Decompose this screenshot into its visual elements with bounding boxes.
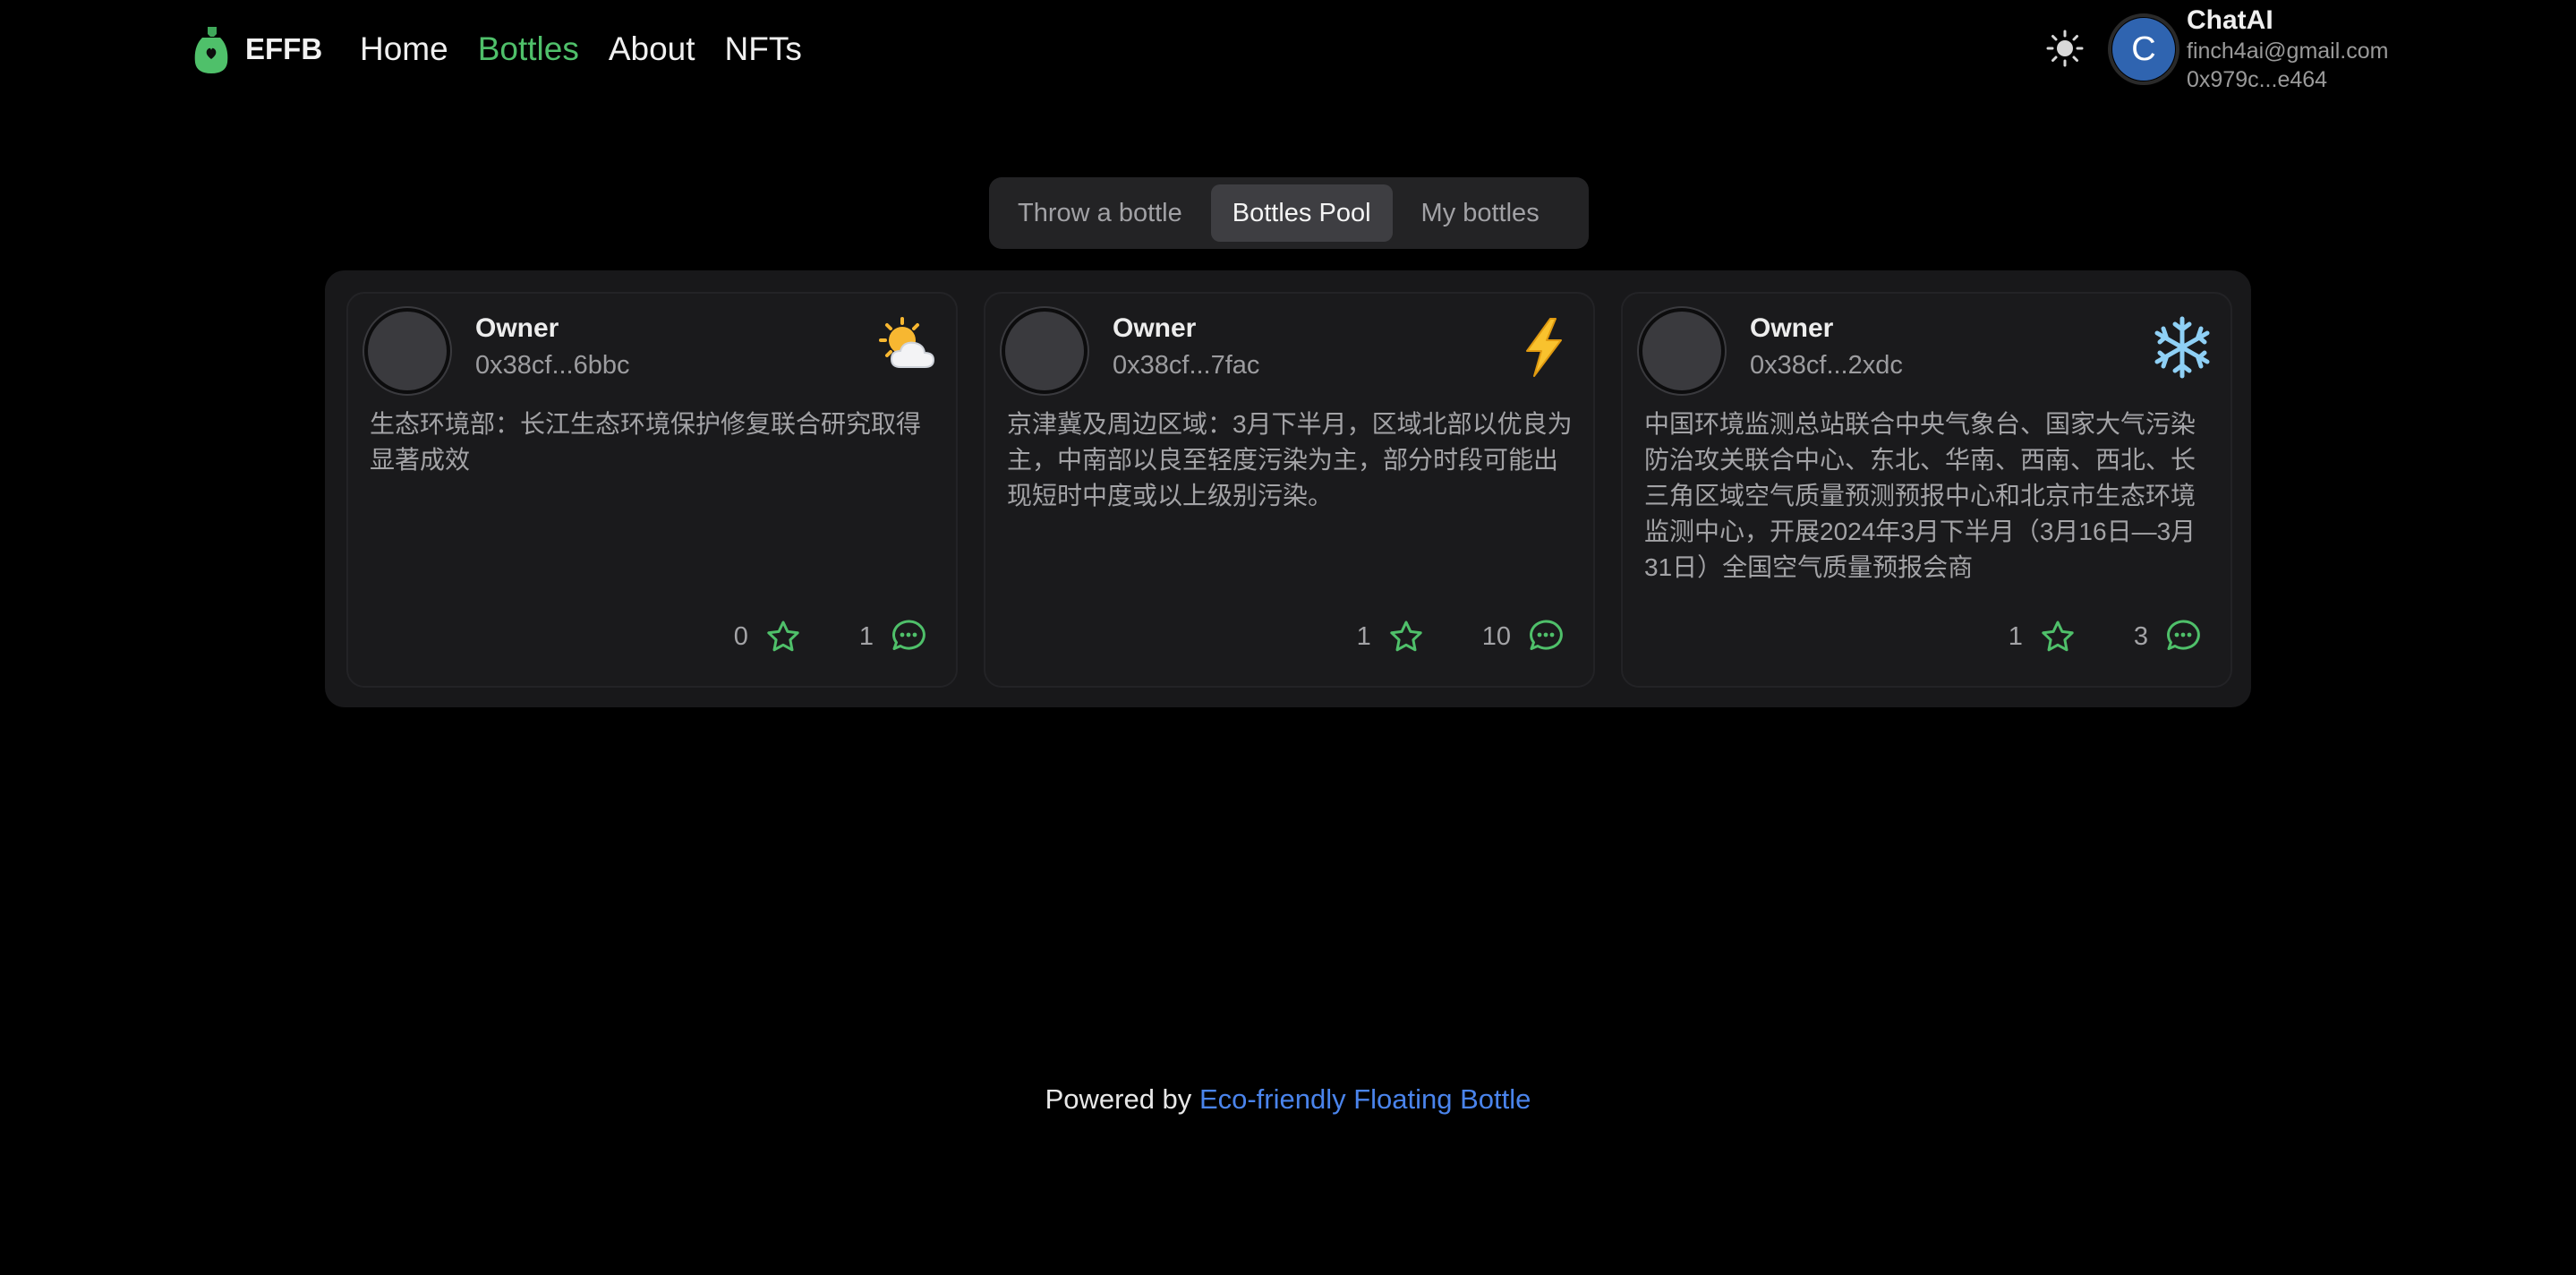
footer: Powered by Eco-friendly Floating Bottle	[0, 1083, 2576, 1116]
bottle-card[interactable]: Owner 0x38cf...6bbc 生态环境部：长江生态环境保护修复联合研究…	[346, 292, 958, 688]
nav-bottles[interactable]: Bottles	[478, 25, 579, 73]
bottle-tabs: Throw a bottle Bottles Pool My bottles	[989, 177, 1589, 249]
owner-label: Owner	[1750, 313, 1834, 343]
comment-count: 1	[858, 621, 874, 651]
user-info: ChatAI finch4ai@gmail.com 0x979c...e464	[2187, 5, 2388, 93]
bottle-message: 京津冀及周边区域：3月下半月，区域北部以优良为主，中南部以良至轻度污染为主，部分…	[1007, 410, 1573, 509]
bottle-message: 生态环境部：长江生态环境保护修复联合研究取得显著成效	[370, 410, 922, 474]
user-name: ChatAI	[2187, 5, 2273, 35]
star-count: 1	[2008, 621, 2023, 651]
owner-address: 0x38cf...6bbc	[475, 351, 630, 380]
comment-count: 10	[1481, 621, 1511, 651]
bottle-card[interactable]: Owner 0x38cf...2xdc 中国环境监测总站联合中央气象台、国家大气…	[1621, 292, 2232, 688]
comment-count: 3	[2133, 621, 2148, 651]
tab-bottles-pool[interactable]: Bottles Pool	[1210, 184, 1393, 242]
owner-address: 0x38cf...2xdc	[1750, 351, 1903, 380]
comment-icon[interactable]	[2164, 618, 2202, 655]
bottles-pool-panel: Owner 0x38cf...6bbc 生态环境部：长江生态环境保护修复联合研究…	[325, 270, 2251, 707]
owner-avatar	[364, 308, 450, 394]
owner-avatar	[1639, 308, 1725, 394]
owner-address: 0x38cf...7fac	[1113, 351, 1260, 380]
star-icon[interactable]	[764, 618, 802, 655]
star-icon[interactable]	[1387, 618, 1425, 655]
brand-logo[interactable]: EFFB	[190, 21, 322, 77]
main-nav: Home Bottles About NFTs	[360, 25, 802, 73]
bottle-card[interactable]: Owner 0x38cf...7fac 京津冀及周边区域：3月下半月，区域北部以…	[984, 292, 1595, 688]
tab-throw-a-bottle[interactable]: Throw a bottle	[996, 184, 1204, 242]
user-wallet-address: 0x979c...e464	[2187, 67, 2328, 92]
nav-nfts[interactable]: NFTs	[725, 25, 802, 73]
owner-label: Owner	[1113, 313, 1197, 343]
footer-prefix: Powered by	[1045, 1083, 1192, 1115]
comment-icon[interactable]	[1527, 618, 1565, 655]
footer-link[interactable]: Eco-friendly Floating Bottle	[1199, 1083, 1531, 1115]
sun-icon	[2046, 30, 2084, 67]
top-nav-bar: EFFB Home Bottles About NFTs C ChatAI fi…	[0, 0, 2576, 100]
star-count: 0	[733, 621, 748, 651]
owner-avatar	[1002, 308, 1088, 394]
bottle-logo-icon	[194, 27, 228, 73]
bottle-message: 中国环境监测总站联合中央气象台、国家大气污染防治攻关联合中心、东北、华南、西南、…	[1644, 410, 2196, 581]
snowflake-icon	[2154, 316, 2210, 379]
user-email: finch4ai@gmail.com	[2187, 39, 2389, 64]
nav-about[interactable]: About	[609, 25, 695, 73]
star-icon[interactable]	[2039, 618, 2077, 655]
sun-behind-cloud-icon	[879, 317, 935, 368]
owner-label: Owner	[475, 313, 559, 343]
star-count: 1	[1356, 621, 1371, 651]
tab-my-bottles[interactable]: My bottles	[1400, 184, 1561, 242]
avatar: C	[2112, 18, 2175, 81]
bottle-stats: 1 3	[2009, 618, 2202, 655]
user-avatar-button[interactable]: C	[2108, 13, 2179, 85]
bottle-stats: 1 10	[1357, 618, 1565, 655]
comment-icon[interactable]	[890, 618, 927, 655]
lightning-icon	[1526, 318, 1562, 377]
bottle-stats: 0 1	[734, 618, 927, 655]
theme-toggle-button[interactable]	[2043, 27, 2086, 70]
nav-home[interactable]: Home	[360, 25, 448, 73]
brand-name: EFFB	[245, 32, 323, 65]
